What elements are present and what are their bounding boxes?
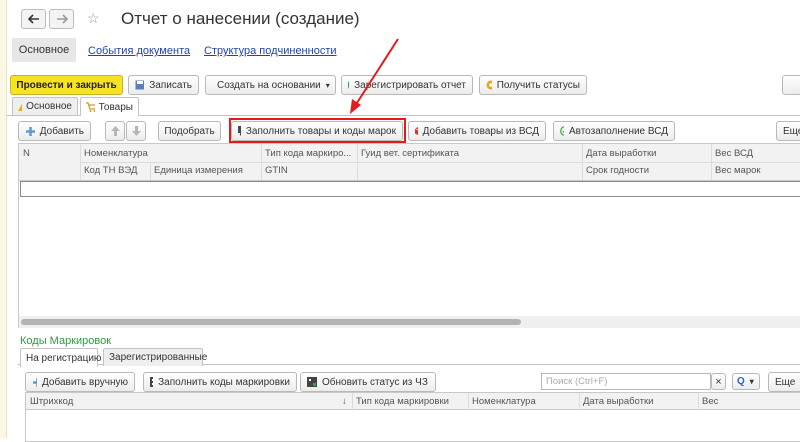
search-input[interactable]: Поиск (Ctrl+F) [541, 373, 711, 390]
page-tab-goods[interactable]: Товары [80, 97, 139, 116]
scrollbar-thumb[interactable] [21, 319, 521, 325]
col-divider [579, 393, 580, 410]
col-header-vet-guid[interactable]: Гуид вет. сертификата [361, 148, 459, 159]
arrow-left-icon [27, 14, 39, 24]
col-divider [357, 144, 358, 180]
red-arrow-annotation [350, 38, 399, 114]
col-header-vsd-weight[interactable]: Вес ВСД [715, 148, 753, 159]
goods-more-button[interactable]: Еще [776, 121, 800, 141]
col-header-nomenclature[interactable]: Номенклатура [472, 396, 536, 407]
arrow-down-icon [131, 126, 141, 136]
post-and-close-button[interactable]: Провести и закрыть [10, 75, 123, 95]
col-header-weight[interactable]: Вес [702, 396, 718, 407]
col-divider [582, 144, 583, 180]
create-based-on-button[interactable]: Создать на основании ▾ [205, 75, 336, 95]
warning-icon [18, 103, 23, 111]
arrow-right-icon [56, 14, 68, 24]
update-status-button[interactable]: Обновить статус из ЧЗ [300, 372, 436, 392]
col-header-code-type[interactable]: Тип кода маркировки [356, 396, 449, 407]
fill-marking-codes-button[interactable]: Заполнить коды маркировки [143, 372, 297, 392]
page-title: Отчет о нанесении (создание) [121, 9, 360, 28]
clear-search-button[interactable]: × [711, 373, 726, 390]
page-tab-goods-label: Товары [98, 101, 133, 113]
header-divider [80, 162, 800, 163]
save-icon [135, 80, 145, 90]
col-divider [261, 144, 262, 180]
form-tab-main[interactable]: Основное [12, 38, 76, 62]
cart-icon [86, 102, 95, 112]
favorite-star-icon[interactable]: ☆ [87, 11, 100, 25]
move-up-button[interactable] [105, 121, 125, 141]
plus-icon [26, 126, 35, 136]
col-header-unit[interactable]: Единица измерения [154, 165, 243, 176]
form-tab-events[interactable]: События документа [88, 45, 190, 57]
col-divider [150, 162, 151, 180]
arrow-up-icon [110, 126, 120, 136]
codes-tab-registered[interactable]: Зарегистрированные [103, 348, 207, 366]
add-label: Добавить [39, 125, 84, 137]
codes-tab-to-register[interactable]: На регистрацию [20, 348, 101, 367]
get-statuses-button[interactable]: Получить статусы [479, 75, 587, 95]
col-header-production-date[interactable]: Дата выработки [586, 148, 656, 159]
fill-marking-codes-label: Заполнить коды маркировки [158, 376, 290, 388]
codes-section-title: Коды Маркировок [20, 335, 112, 347]
page-tab-main[interactable]: Основное [12, 97, 78, 115]
box-red-icon [415, 127, 418, 135]
col-header-marks-weight[interactable]: Вес марок [715, 165, 761, 176]
save-label: Записать [149, 79, 192, 91]
col-divider [352, 393, 353, 410]
auto-vsd-label: Автозаполнение ВСД [568, 125, 668, 137]
qr-refresh-icon [307, 377, 317, 387]
forward-button[interactable] [49, 9, 74, 29]
auto-vsd-button[interactable]: Автозаполнение ВСД [553, 121, 675, 141]
highlight-box [229, 118, 406, 143]
dropdown-arrow-icon: ▾ [325, 80, 330, 90]
status-gear-icon [486, 80, 492, 90]
col-header-barcode[interactable]: Штрихкод [30, 396, 73, 407]
col-header-production-date[interactable]: Дата выработки [583, 396, 653, 407]
add-manually-label: Добавить вручную [42, 376, 128, 388]
add-goods-from-vsd-button[interactable]: Добавить товары из ВСД [408, 121, 546, 141]
search-icon-button[interactable]: Q ▾ [732, 373, 760, 390]
codes-more-button[interactable]: Еще [768, 372, 800, 392]
col-header-tnved[interactable]: Код ТН ВЭД [84, 165, 137, 176]
save-button[interactable]: Записать [128, 75, 199, 95]
col-divider [468, 393, 469, 410]
get-statuses-label: Получить статусы [496, 79, 580, 91]
create-based-label: Создать на основании [217, 79, 321, 91]
col-header-nomenclature[interactable]: Номенклатура [84, 148, 148, 159]
page-tab-main-label: Основное [26, 101, 72, 112]
pick-button[interactable]: Подобрать [158, 121, 221, 141]
add-manually-button[interactable]: Добавить вручную [25, 372, 135, 392]
dropdown-arrow-icon: ▾ [749, 377, 754, 386]
check-circle-icon [560, 126, 564, 136]
update-status-label: Обновить статус из ЧЗ [322, 376, 428, 388]
horizontal-scrollbar[interactable] [19, 316, 800, 328]
empty-selected-row[interactable] [20, 181, 800, 197]
add-button[interactable]: Добавить [18, 121, 91, 141]
more-actions-button[interactable] [782, 75, 800, 95]
left-edge-strip [0, 0, 7, 438]
add-goods-from-vsd-label: Добавить товары из ВСД [422, 125, 539, 137]
sort-arrow-icon[interactable]: ↓ [342, 396, 347, 407]
col-header-expiry[interactable]: Срок годности [586, 165, 649, 176]
col-divider [698, 393, 699, 410]
col-divider [711, 144, 712, 180]
col-header-n[interactable]: N [23, 148, 30, 159]
move-down-button[interactable] [126, 121, 146, 141]
col-header-gtin[interactable]: GTIN [265, 165, 288, 176]
plus-icon [33, 377, 38, 387]
codes-table[interactable]: Штрихкод ↓ Тип кода маркировки Номенклат… [25, 392, 800, 442]
col-divider [80, 144, 81, 180]
qr-code-icon [150, 377, 154, 387]
search-icon: Q [737, 376, 745, 387]
form-tab-structure[interactable]: Структура подчиненности [204, 45, 337, 57]
goods-table[interactable]: N Номенклатура Тип кода маркиро... Гуид … [18, 143, 800, 328]
back-button[interactable] [21, 9, 46, 29]
col-header-code-type[interactable]: Тип кода маркиро... [265, 148, 351, 159]
